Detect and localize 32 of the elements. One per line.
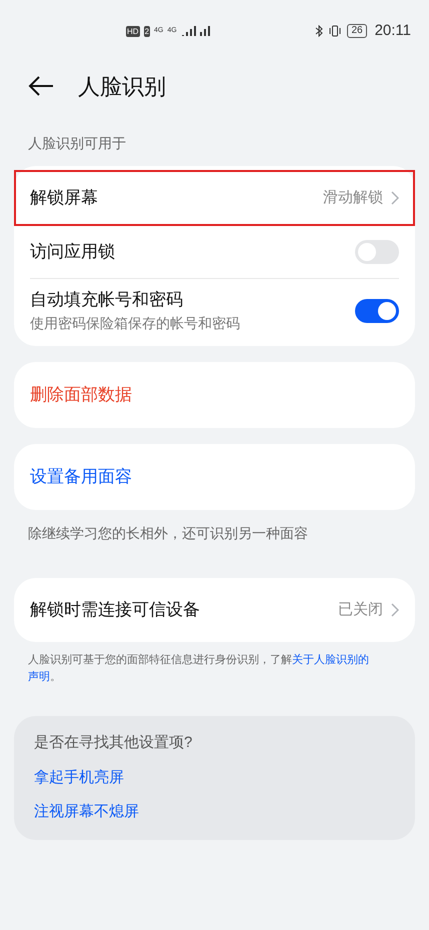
chevron-icon: [391, 191, 399, 205]
signal-icon: [180, 26, 211, 36]
statement-link[interactable]: 声明: [28, 671, 50, 683]
row-subtitle: 使用密码保险箱保存的帐号和密码: [30, 314, 241, 333]
page-title: 人脸识别: [78, 72, 166, 100]
row-value: 滑动解锁: [323, 188, 383, 208]
toggle-switch[interactable]: [355, 298, 399, 322]
suggestion-link[interactable]: 注视屏幕不熄屏: [34, 801, 395, 824]
back-icon[interactable]: [28, 76, 54, 96]
caption: 除继续学习您的长相外，还可识别另一种面容: [28, 525, 308, 541]
battery-level: 26: [347, 24, 367, 38]
vibrate-icon: [329, 25, 342, 37]
row-label: 访问应用锁: [30, 241, 116, 264]
chevron-icon: [391, 603, 399, 617]
suggestions-title: 是否在寻找其他设置项?: [34, 733, 194, 753]
section-label: 人脸识别可用于: [28, 135, 126, 151]
notice-text: 人脸识别可基于您的面部特征信息进行身份识别，了解关于人脸识别的 声明。: [28, 652, 370, 685]
delete-face-data-button[interactable]: 删除面部数据: [14, 362, 415, 428]
settings-row[interactable]: 解锁屏幕 滑动解锁: [14, 170, 415, 226]
alternate-face-button[interactable]: 设置备用面容: [14, 444, 415, 510]
status-time: 20:11: [374, 20, 411, 41]
row-label: 解锁屏幕: [30, 187, 99, 210]
status-indicator: HD: [126, 26, 140, 36]
trusted-device-row[interactable]: 解锁时需连接可信设备 已关闭: [14, 578, 415, 642]
bluetooth-icon: [315, 25, 324, 37]
row-value: 已关闭: [338, 600, 383, 620]
status-indicator: 2: [144, 26, 150, 36]
toggle-switch[interactable]: [355, 240, 399, 264]
row-label: 自动填充帐号和密码: [30, 289, 184, 312]
suggestion-link[interactable]: 拿起手机亮屏: [34, 766, 395, 789]
statement-link[interactable]: 关于人脸识别的: [292, 654, 369, 666]
row-label: 解锁时需连接可信设备: [30, 599, 201, 622]
